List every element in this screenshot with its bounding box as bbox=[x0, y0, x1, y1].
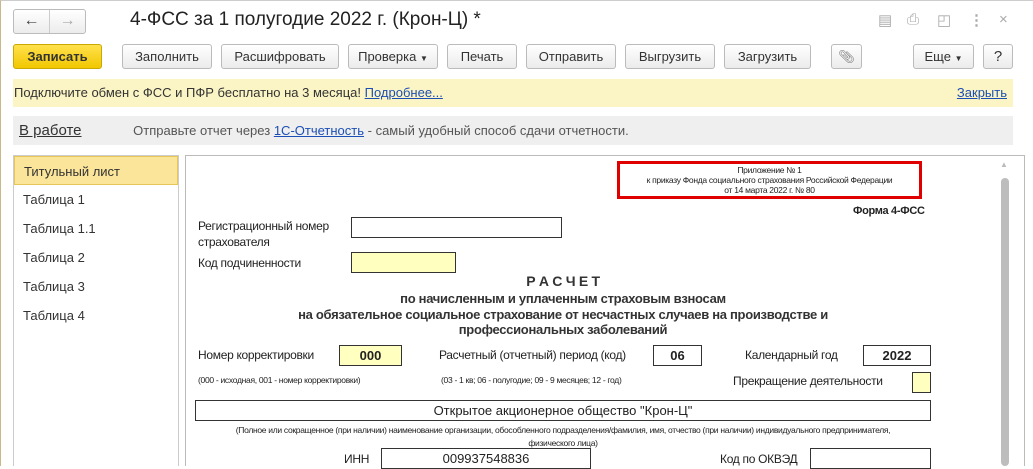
termination-label: Прекращение деятельности bbox=[733, 374, 883, 388]
banner-close-link[interactable]: Закрыть bbox=[957, 79, 1007, 107]
more-info-link[interactable]: Подробнее... bbox=[365, 85, 443, 100]
appendix-line: к приказу Фонда социального страхования … bbox=[646, 175, 893, 185]
period-note: (03 - 1 кв; 06 - полугодие; 09 - 9 месяц… bbox=[441, 375, 622, 385]
chevron-down-icon: ▼ bbox=[419, 54, 428, 63]
correction-label: Номер корректировки bbox=[198, 348, 314, 362]
decode-button[interactable]: Расшифровать bbox=[221, 44, 339, 69]
check-dropdown[interactable]: Проверка ▼ bbox=[348, 44, 438, 69]
org-name-input[interactable]: Открытое акционерное общество "Крон-Ц" bbox=[195, 400, 931, 421]
form-name: Форма 4-ФСС bbox=[853, 205, 925, 217]
save-icon[interactable]: ▤ bbox=[878, 11, 892, 29]
appendix-line: от 14 марта 2022 г. № 80 bbox=[724, 185, 815, 195]
subordination-input[interactable] bbox=[351, 252, 456, 273]
sections-list: Титульный лист Таблица 1 Таблица 1.1 Таб… bbox=[13, 155, 179, 466]
print-icon[interactable]: ⎙ bbox=[907, 11, 919, 28]
org-name-note: (Полное или сокращенное (при наличии) на… bbox=[235, 425, 891, 448]
sidebar-item-table-1[interactable]: Таблица 1 bbox=[14, 185, 178, 214]
banner-text: Подключите обмен с ФСС и ПФР бесплатно н… bbox=[14, 85, 361, 100]
appendix-line: Приложение № 1 bbox=[737, 165, 802, 175]
okved-label: Код по ОКВЭД bbox=[720, 452, 798, 466]
inn-label: ИНН bbox=[344, 452, 370, 466]
sidebar-item-table-4[interactable]: Таблица 4 bbox=[14, 301, 178, 330]
status-suffix: - самый удобный способ сдачи отчетности. bbox=[367, 123, 629, 138]
print-button[interactable]: Печать bbox=[447, 44, 517, 69]
subheading-line: на обязательное социальное страхование о… bbox=[298, 306, 828, 322]
sidebar-item-table-2[interactable]: Таблица 2 bbox=[14, 243, 178, 272]
correction-input[interactable]: 000 bbox=[339, 345, 402, 366]
subordination-label: Код подчиненности bbox=[198, 256, 301, 270]
more-vertical-icon[interactable]: ⋮ bbox=[969, 11, 984, 29]
sidebar-item-table-1-1[interactable]: Таблица 1.1 bbox=[14, 214, 178, 243]
reg-number-label: Регистрационный номер страхователя bbox=[198, 219, 329, 249]
year-label: Календарный год bbox=[745, 348, 838, 362]
chevron-down-icon: ▼ bbox=[954, 54, 963, 63]
vertical-scrollbar[interactable] bbox=[1001, 178, 1009, 466]
reg-number-input[interactable] bbox=[351, 217, 562, 238]
import-button[interactable]: Загрузить bbox=[724, 44, 811, 69]
year-input[interactable]: 2022 bbox=[863, 345, 931, 366]
fill-button[interactable]: Заполнить bbox=[122, 44, 212, 69]
back-button[interactable]: ← bbox=[14, 10, 49, 33]
paperclip-icon: 📎︎ bbox=[838, 49, 855, 64]
save-button[interactable]: Записать bbox=[13, 44, 102, 69]
correction-note: (000 - исходная, 001 - номер корректиров… bbox=[198, 375, 361, 385]
more-dropdown[interactable]: Еще ▼ bbox=[913, 44, 974, 69]
status-bar: В работе Отправьте отчет через 1С-Отчетн… bbox=[13, 116, 1013, 145]
scroll-up-icon[interactable]: ▲ bbox=[1000, 160, 1008, 169]
send-button[interactable]: Отправить bbox=[526, 44, 616, 69]
period-label: Расчетный (отчетный) период (код) bbox=[439, 348, 626, 362]
appendix-highlight: Приложение № 1 к приказу Фонда социально… bbox=[617, 161, 922, 199]
check-label: Проверка bbox=[358, 49, 417, 64]
promo-banner: Подключите обмен с ФСС и ПФР бесплатно н… bbox=[13, 79, 1013, 107]
window-title: 4-ФСС за 1 полугодие 2022 г. (Крон-Ц) * bbox=[130, 9, 481, 30]
history-nav: ← → bbox=[13, 9, 86, 34]
close-icon[interactable]: × bbox=[999, 11, 1008, 28]
subheading-line: по начисленным и уплаченным страховым вз… bbox=[400, 291, 726, 306]
attach-button[interactable]: 📎︎ bbox=[831, 44, 862, 69]
period-input[interactable]: 06 bbox=[653, 345, 702, 366]
status-link[interactable]: В работе bbox=[19, 122, 82, 139]
export-button[interactable]: Выгрузить bbox=[625, 44, 715, 69]
forward-button[interactable]: → bbox=[49, 10, 85, 33]
help-button[interactable]: ? bbox=[983, 44, 1013, 69]
sidebar-item-title-page[interactable]: Титульный лист bbox=[14, 156, 178, 185]
preview-icon[interactable]: ◰ bbox=[937, 11, 951, 29]
form-subheading: по начисленным и уплаченным страховым вз… bbox=[185, 291, 941, 338]
sidebar-item-table-3[interactable]: Таблица 3 bbox=[14, 272, 178, 301]
termination-checkbox[interactable] bbox=[912, 372, 931, 393]
form-heading: Р А С Ч Е Т bbox=[526, 273, 600, 289]
subheading-line: профессиональных заболеваний bbox=[458, 322, 668, 337]
reporting-link[interactable]: 1С-Отчетность bbox=[274, 123, 364, 138]
status-prefix: Отправьте отчет через bbox=[133, 123, 271, 138]
more-label: Еще bbox=[924, 49, 951, 64]
